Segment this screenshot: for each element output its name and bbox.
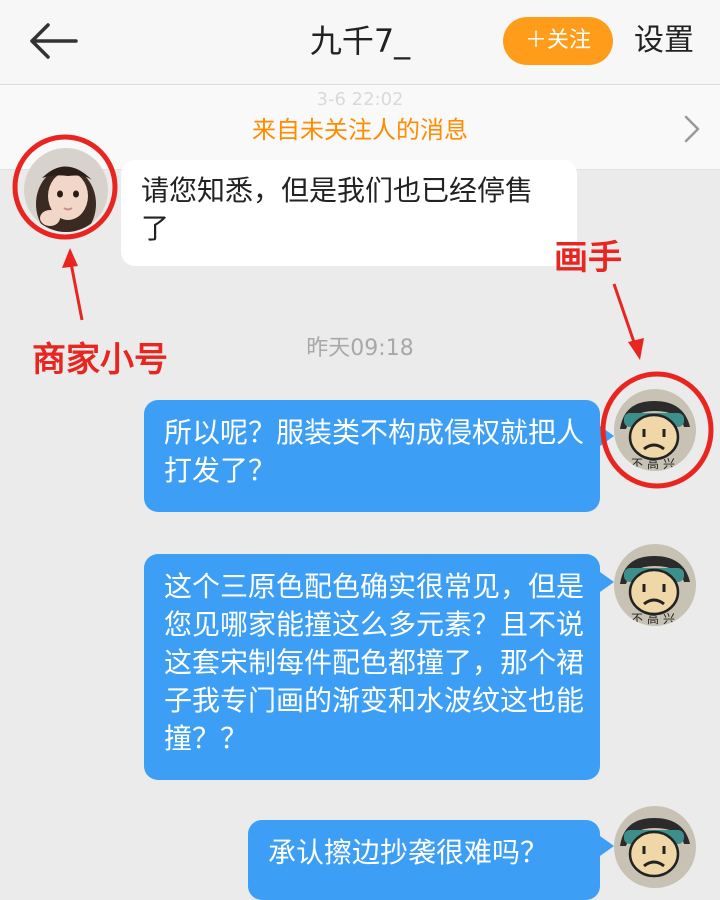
annotation-overlay (12, 134, 714, 489)
annotation-shop-label: 商家小号 (32, 340, 168, 380)
annotation-arrow (68, 257, 84, 321)
annotation-painter-label: 画手 (554, 238, 622, 278)
annotation-circle (12, 134, 118, 240)
annotation-circle (600, 371, 714, 489)
annotation-arrow (612, 283, 638, 349)
